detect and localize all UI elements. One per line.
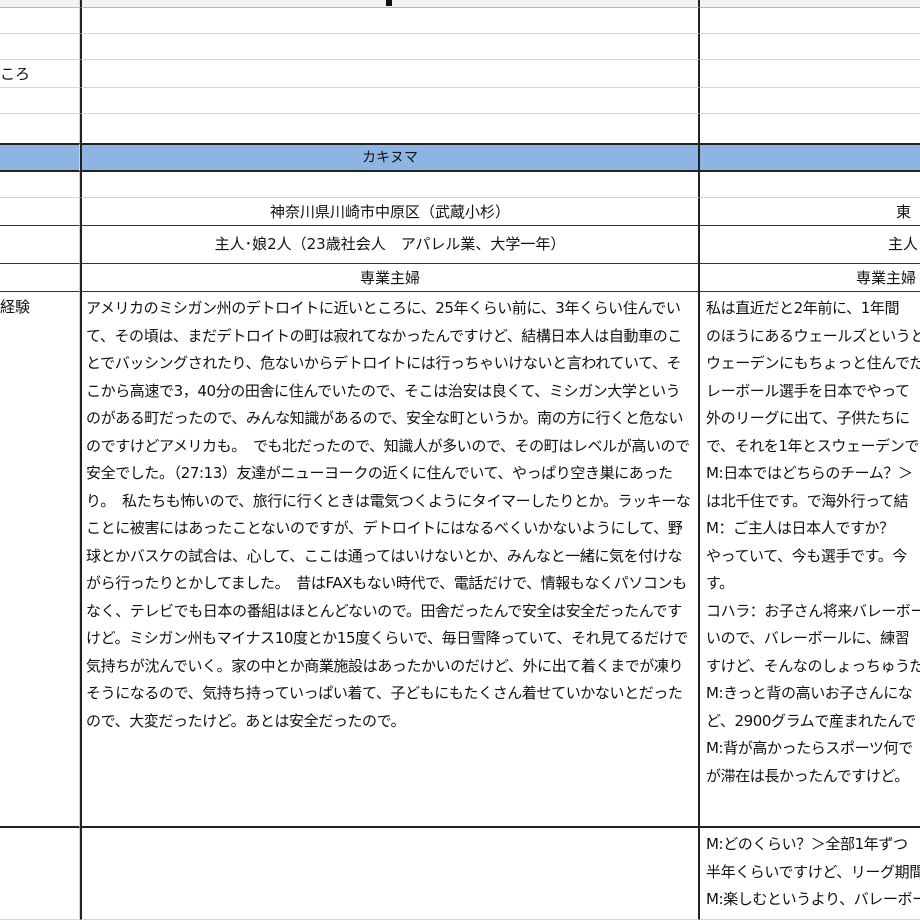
spreadsheet-grid: ころ カキヌマ 神奈川県川崎市中原区（武蔵小杉） 東 主人･娘2人（23歳社会人…	[0, 0, 920, 920]
family-cell[interactable]: 主人･娘2人（23歳社会人 アパレル業、大学一年）	[80, 226, 700, 264]
cell[interactable]	[80, 828, 700, 920]
cell[interactable]	[0, 8, 80, 34]
text-line: M:きっと背の高いお子さんにな	[706, 684, 913, 702]
location-cell-partial[interactable]: 東	[700, 198, 920, 226]
cell[interactable]	[0, 114, 80, 144]
header-band-cell[interactable]	[700, 143, 920, 172]
next-text-col2: M:どのくらい？＞全部1年ずつ 半年くらいですけど、リーグ期間 M:楽しむというより…	[700, 828, 920, 914]
column-fill-handle[interactable]	[386, 0, 392, 6]
row-label-cell[interactable]: ころ	[0, 60, 80, 88]
text-line: すけど、そんなのしょっちゅうだっ	[706, 656, 920, 675]
header-band-name[interactable]: カキヌマ	[80, 143, 700, 172]
header-strip-cell[interactable]	[700, 0, 920, 8]
cell[interactable]	[700, 34, 920, 60]
text-line: やっていて、今も選手です。今	[706, 546, 907, 565]
cell[interactable]	[0, 172, 80, 198]
text-line: コハラ：お子さん将来バレーボー	[706, 601, 920, 620]
cell[interactable]	[0, 226, 80, 264]
cell[interactable]	[700, 60, 920, 88]
cell[interactable]	[0, 264, 80, 292]
text-line: が滞在は長かったんですけど。	[706, 766, 909, 785]
row-label-text: ころ	[0, 65, 31, 83]
text-line: M:楽しむというより、バレーボー	[706, 890, 920, 908]
experience-text-col2: 私は直近だと2年前に、1年間のほうにあるウェールズというとこ ウェーデンにもちょっ…	[700, 292, 920, 790]
next-cell-col2[interactable]: M:どのくらい？＞全部1年ずつ 半年くらいですけど、リーグ期間 M:楽しむというより…	[700, 828, 920, 920]
cell[interactable]	[700, 114, 920, 144]
text-line: ど、2900グラムで産まれたんで	[706, 711, 916, 730]
experience-label-text: 経験	[0, 298, 31, 316]
cell[interactable]	[80, 34, 700, 60]
cell[interactable]	[0, 828, 80, 920]
occupation-cell[interactable]: 専業主婦	[80, 264, 700, 292]
family-cell-partial[interactable]: 主人	[700, 226, 920, 264]
header-strip-cell[interactable]	[0, 0, 80, 8]
cell[interactable]	[700, 172, 920, 198]
cell[interactable]	[80, 114, 700, 144]
occupation-cell-partial[interactable]: 専業主婦	[700, 264, 920, 292]
cell[interactable]	[0, 88, 80, 114]
text-line: で、それを1年とスウェーデンでも	[706, 436, 920, 455]
text-line: 半年くらいですけど、リーグ期間	[706, 862, 920, 881]
text-line: M:日本ではどちらのチーム？＞	[706, 464, 913, 482]
header-band-cell[interactable]	[0, 143, 80, 172]
cell[interactable]	[80, 8, 700, 34]
cell[interactable]	[80, 60, 700, 88]
text-line: M:背が高かったらスポーツ何で	[706, 739, 913, 757]
text-line: は北千住です。で海外行って結	[706, 491, 909, 510]
cell[interactable]	[80, 88, 700, 114]
cell[interactable]	[700, 88, 920, 114]
text-line: 外のリーグに出て、子供たちに	[706, 409, 910, 427]
experience-cell[interactable]: アメリカのミシガン州のデトロイトに近いところに、25年くらい前に、3年くらい住ん…	[80, 292, 700, 828]
cell[interactable]	[0, 34, 80, 60]
text-line: M:どのくらい？＞全部1年ずつ	[706, 835, 908, 853]
text-line: 私は直近だと2年前に、1年間	[706, 299, 900, 317]
text-line: ウェーデンにもちょっと住んでだこ	[706, 354, 920, 372]
text-line: のほうにあるウェールズというとこ	[706, 326, 920, 345]
experience-cell-col2[interactable]: 私は直近だと2年前に、1年間のほうにあるウェールズというとこ ウェーデンにもちょっ…	[700, 292, 920, 828]
cell[interactable]	[700, 8, 920, 34]
text-line: レーボール選手を日本でやって	[706, 381, 910, 400]
cell[interactable]	[80, 172, 700, 198]
cell[interactable]	[0, 198, 80, 226]
experience-text: アメリカのミシガン州のデトロイトに近いところに、25年くらい前に、3年くらい住ん…	[86, 299, 691, 730]
location-cell[interactable]: 神奈川県川崎市中原区（武蔵小杉）	[80, 198, 700, 226]
text-line: す。	[706, 574, 734, 592]
text-line: いので、バレーボールに、練習	[706, 629, 910, 647]
experience-label-cell[interactable]: 経験	[0, 292, 80, 828]
text-line: M：ご主人は日本人ですか？	[706, 519, 894, 537]
